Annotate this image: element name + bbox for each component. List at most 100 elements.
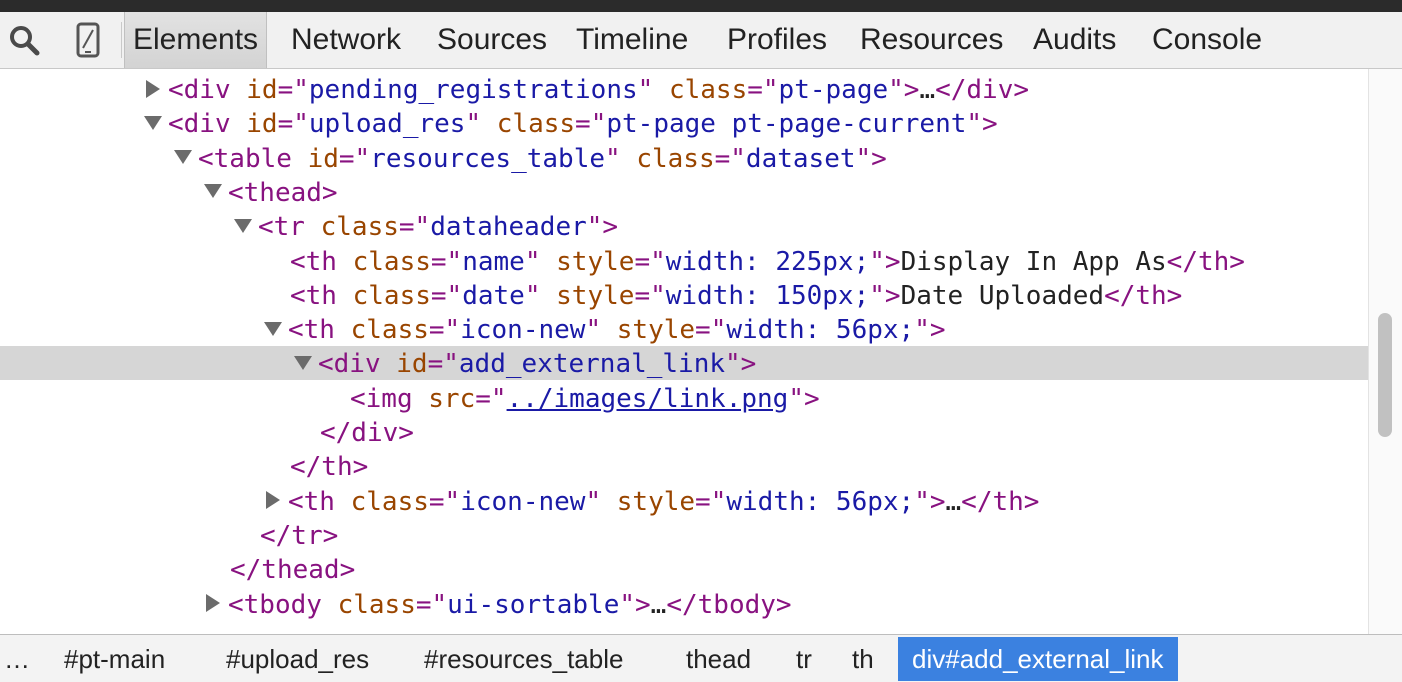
tab-resources[interactable]: Resources xyxy=(852,12,1011,68)
dom-node[interactable]: <th class="icon-new" style="width: 56px;… xyxy=(0,484,1368,518)
code-token: " xyxy=(465,109,482,140)
device-mode-icon[interactable] xyxy=(68,12,108,68)
code-token: <table xyxy=(198,143,292,174)
code-token: =" xyxy=(575,109,607,140)
code-token: =" xyxy=(695,486,727,517)
code-token: … xyxy=(650,589,667,620)
breadcrumb-item[interactable]: th xyxy=(838,637,888,681)
search-icon[interactable] xyxy=(4,12,44,68)
toolbar-divider xyxy=(121,22,122,58)
breadcrumb-item[interactable]: thead xyxy=(672,637,765,681)
code-token: <th xyxy=(290,280,337,311)
code-token: </tr> xyxy=(260,520,339,551)
dom-node[interactable]: <img src="../images/link.png"> xyxy=(0,381,1368,415)
clipped-row-fragment xyxy=(460,69,710,71)
code-token: " xyxy=(524,280,541,311)
code-token: =" xyxy=(634,280,666,311)
code-token: "> xyxy=(855,143,887,174)
resource-link[interactable]: ../images/link.png xyxy=(507,384,789,414)
dom-node[interactable]: <th class="date" style="width: 150px;">D… xyxy=(0,278,1368,312)
disclosure-triangle-expanded-icon[interactable] xyxy=(294,355,312,370)
tab-audits[interactable]: Audits xyxy=(1025,12,1124,68)
breadcrumb: … #pt-main #upload_res #resources_table thea… xyxy=(0,634,1402,682)
code-token: pt-page xyxy=(778,75,889,105)
code-token: =" xyxy=(277,75,309,105)
code-token: " xyxy=(637,75,654,105)
disclosure-triangle-collapsed-icon[interactable] xyxy=(146,79,160,98)
disclosure-triangle-expanded-icon[interactable] xyxy=(144,115,162,130)
dom-node-selected[interactable]: <div id="add_external_link"> xyxy=(0,346,1368,381)
code-token: style xyxy=(556,280,635,311)
tab-profiles[interactable]: Profiles xyxy=(719,12,835,68)
code-token: "> xyxy=(869,246,901,277)
dom-node[interactable]: </th> xyxy=(0,449,1368,483)
code-token: class xyxy=(352,246,431,277)
code-token: </tbody> xyxy=(666,589,792,620)
code-token: resources_table xyxy=(370,143,606,174)
breadcrumb-item[interactable]: #resources_table xyxy=(410,637,637,681)
dom-node[interactable]: <div id="pending_registrations" class="p… xyxy=(0,72,1368,106)
code-token: =" xyxy=(475,383,507,414)
code-token: </thead> xyxy=(230,555,356,586)
scrollbar-thumb[interactable] xyxy=(1378,313,1392,437)
disclosure-triangle-collapsed-icon[interactable] xyxy=(266,491,280,510)
code-token: class xyxy=(496,109,576,140)
dom-node[interactable]: </div> xyxy=(0,415,1368,449)
dom-node[interactable]: <thead> xyxy=(0,175,1368,209)
dom-node[interactable]: <tbody class="ui-sortable">…</tbody> xyxy=(0,587,1368,621)
disclosure-triangle-expanded-icon[interactable] xyxy=(174,150,192,165)
dom-node[interactable]: <tr class="dataheader"> xyxy=(0,209,1368,243)
code-token: width: 56px; xyxy=(726,315,915,346)
code-token: upload_res xyxy=(308,109,466,140)
code-token: " xyxy=(585,315,602,346)
code-token: style xyxy=(556,246,635,277)
code-token: style xyxy=(616,486,696,517)
breadcrumb-current[interactable]: div#add_external_link xyxy=(898,637,1178,681)
dom-node[interactable]: <table id="resources_table" class="datas… xyxy=(0,141,1368,175)
code-token: src xyxy=(428,383,476,414)
code-token: =" xyxy=(430,280,463,311)
code-token: Date Uploaded xyxy=(900,280,1105,311)
code-token: "> xyxy=(869,280,901,311)
elements-dom-tree[interactable]: <div id="pending_registrations" class="p… xyxy=(0,69,1368,634)
tab-timeline[interactable]: Timeline xyxy=(568,12,696,68)
code-token: <tbody xyxy=(228,589,322,620)
code-token: =" xyxy=(747,75,779,105)
breadcrumb-item[interactable]: tr xyxy=(782,637,826,681)
dom-node[interactable]: <th class="icon-new" style="width: 56px;… xyxy=(0,312,1368,346)
code-token: width: 150px; xyxy=(665,280,870,311)
disclosure-triangle-expanded-icon[interactable] xyxy=(204,184,222,199)
code-token: pending_registrations xyxy=(308,75,638,105)
code-token: =" xyxy=(634,246,666,277)
disclosure-triangle-collapsed-icon[interactable] xyxy=(206,594,220,612)
code-token: add_external_link xyxy=(458,349,726,380)
code-token: "> xyxy=(619,589,651,620)
tab-console[interactable]: Console xyxy=(1144,12,1270,68)
code-token: </th> xyxy=(1166,246,1245,277)
tab-elements[interactable]: Elements xyxy=(124,12,268,68)
disclosure-triangle-expanded-icon[interactable] xyxy=(234,218,252,233)
tab-network[interactable]: Network xyxy=(283,12,409,68)
breadcrumb-item[interactable]: #pt-main xyxy=(50,637,179,681)
code-token: =" xyxy=(415,589,448,620)
disclosure-triangle-expanded-icon[interactable] xyxy=(264,321,282,336)
breadcrumb-item[interactable]: … xyxy=(0,637,44,681)
code-token: " xyxy=(524,246,541,277)
code-token: width: 56px; xyxy=(726,486,915,517)
tab-sources[interactable]: Sources xyxy=(429,12,555,68)
code-token: pt-page pt-page-current xyxy=(606,109,967,140)
breadcrumb-item[interactable]: #upload_res xyxy=(212,637,383,681)
dom-node[interactable]: <div id="upload_res" class="pt-page pt-p… xyxy=(0,106,1368,140)
dom-node[interactable]: </thead> xyxy=(0,552,1368,586)
dom-node[interactable]: <th class="name" style="width: 225px;">D… xyxy=(0,244,1368,278)
dom-tree-scrollbar[interactable] xyxy=(1368,69,1402,634)
code-token: … xyxy=(919,75,936,105)
dom-node[interactable]: </tr> xyxy=(0,518,1368,552)
